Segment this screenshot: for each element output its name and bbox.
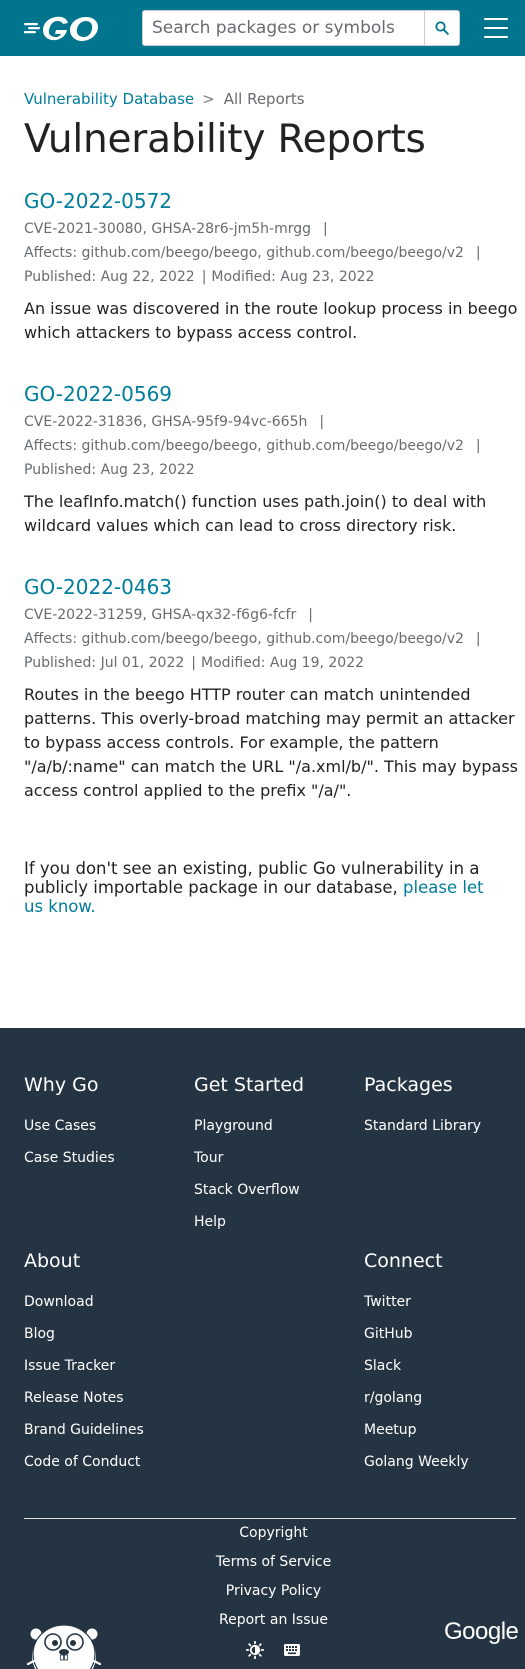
- footer-heading: Packages: [364, 1074, 453, 1096]
- google-logo[interactable]: Google: [444, 1618, 519, 1646]
- footer-link[interactable]: Code of Conduct: [24, 1446, 144, 1478]
- footer-terms-link[interactable]: Terms of Service: [0, 1554, 525, 1570]
- separator: |: [475, 631, 481, 647]
- footer-heading: Why Go: [24, 1074, 99, 1096]
- report-missing-note: If you don't see an existing, public Go …: [24, 859, 504, 916]
- separator: |: [323, 221, 328, 237]
- report-id-link[interactable]: GO-2022-0569: [24, 380, 519, 408]
- footer-divider: [24, 1518, 516, 1519]
- report-modified: Modified: Aug 23, 2022: [211, 269, 375, 285]
- report-published: Published: Jul 01, 2022: [24, 655, 185, 671]
- report-aliases: CVE-2022-31259, GHSA-qx32-f6g6-fcfr |: [24, 603, 519, 627]
- separator: |: [191, 655, 196, 671]
- go-logo[interactable]: [24, 12, 108, 44]
- search-button[interactable]: [424, 11, 459, 45]
- report-aliases-text: CVE-2022-31836, GHSA-95f9-94vc-665h: [24, 414, 308, 430]
- footer-copyright-link[interactable]: Copyright: [0, 1525, 525, 1541]
- separator: |: [319, 414, 325, 430]
- report-aliases: CVE-2022-31836, GHSA-95f9-94vc-665h |: [24, 410, 519, 434]
- footer-link[interactable]: Standard Library: [364, 1110, 481, 1142]
- report-id-link[interactable]: GO-2022-0463: [24, 573, 519, 601]
- footer-privacy-link[interactable]: Privacy Policy: [0, 1583, 525, 1599]
- search-bar: [142, 10, 460, 46]
- report-published: Published: Aug 22, 2022: [24, 269, 195, 285]
- footer-column-why-go: Why Go Use Cases Case Studies: [24, 1072, 115, 1174]
- breadcrumb-current: All Reports: [223, 90, 305, 108]
- footer-link[interactable]: Use Cases: [24, 1110, 115, 1142]
- breadcrumb-separator: >: [202, 90, 215, 108]
- report-id-link[interactable]: GO-2022-0572: [24, 187, 519, 215]
- page-title: Vulnerability Reports: [24, 117, 426, 162]
- separator: |: [475, 245, 481, 261]
- report-aliases-text: CVE-2022-31259, GHSA-qx32-f6g6-fcfr: [24, 607, 297, 623]
- footer-link[interactable]: Twitter: [364, 1286, 469, 1318]
- report-dates: Published: Aug 23, 2022: [24, 458, 519, 482]
- footer-link[interactable]: Release Notes: [24, 1382, 144, 1414]
- search-input[interactable]: [143, 11, 424, 45]
- footer-heading: Connect: [364, 1250, 443, 1272]
- report-affects-text: Affects: github.com/beego/beego, github.…: [24, 631, 464, 647]
- footer-link-list: Download Blog Issue Tracker Release Note…: [24, 1286, 144, 1478]
- report-description: An issue was discovered in the route loo…: [24, 299, 518, 342]
- keyboard-icon[interactable]: [284, 1644, 300, 1656]
- theme-toggle-icon[interactable]: [246, 1641, 264, 1659]
- report-entry: GO-2022-0572 CVE-2021-30080, GHSA-28r6-j…: [24, 187, 519, 345]
- footer-link[interactable]: Stack Overflow: [194, 1174, 304, 1206]
- footer-column-connect: Connect Twitter GitHub Slack r/golang Me…: [364, 1248, 469, 1478]
- report-aliases: CVE-2021-30080, GHSA-28r6-jm5h-mrgg |: [24, 217, 519, 241]
- menu-button[interactable]: [484, 18, 508, 38]
- report-affects-text: Affects: github.com/beego/beego, github.…: [24, 245, 464, 261]
- footer-link[interactable]: Slack: [364, 1350, 469, 1382]
- separator: |: [201, 269, 207, 285]
- footer-link[interactable]: Blog: [24, 1318, 144, 1350]
- footer-link[interactable]: Issue Tracker: [24, 1350, 144, 1382]
- footer-link-list: Use Cases Case Studies: [24, 1110, 115, 1174]
- footer-link[interactable]: Brand Guidelines: [24, 1414, 144, 1446]
- separator: |: [475, 438, 481, 454]
- breadcrumb: Vulnerability Database > All Reports: [24, 90, 305, 108]
- footer-link[interactable]: Meetup: [364, 1414, 469, 1446]
- hamburger-icon-bar: [484, 26, 508, 30]
- breadcrumb-vulnerability-database-link[interactable]: Vulnerability Database: [24, 90, 194, 108]
- footer-link[interactable]: r/golang: [364, 1382, 469, 1414]
- report-affects: Affects: github.com/beego/beego, github.…: [24, 627, 519, 651]
- separator: |: [308, 607, 313, 623]
- footer-heading: About: [24, 1250, 81, 1272]
- footer-link[interactable]: Playground: [194, 1110, 304, 1142]
- hamburger-icon-bar: [484, 35, 508, 38]
- report-description: Routes in the beego HTTP router can matc…: [24, 685, 518, 800]
- footer-link-list: Playground Tour Stack Overflow Help: [194, 1110, 304, 1238]
- report-entry: GO-2022-0569 CVE-2022-31836, GHSA-95f9-9…: [24, 380, 519, 538]
- report-modified: Modified: Aug 19, 2022: [200, 655, 365, 671]
- footer-link-list: Standard Library: [364, 1110, 481, 1142]
- footer-link[interactable]: GitHub: [364, 1318, 469, 1350]
- footer-link[interactable]: Download: [24, 1286, 144, 1318]
- report-entry: GO-2022-0463 CVE-2022-31259, GHSA-qx32-f…: [24, 573, 519, 803]
- footer-link[interactable]: Case Studies: [24, 1142, 115, 1174]
- footer-heading: Get Started: [194, 1074, 305, 1096]
- hamburger-icon-bar: [484, 18, 508, 21]
- footer-link-list: Twitter GitHub Slack r/golang Meetup Gol…: [364, 1286, 469, 1478]
- report-description: The leafInfo.match() function uses path.…: [24, 492, 487, 535]
- report-aliases-text: CVE-2021-30080, GHSA-28r6-jm5h-mrgg: [24, 221, 312, 237]
- site-footer: Why Go Use Cases Case Studies Get Starte…: [0, 1028, 525, 1669]
- footer-link[interactable]: Tour: [194, 1142, 304, 1174]
- report-published: Published: Aug 23, 2022: [24, 462, 195, 478]
- footer-link[interactable]: Golang Weekly: [364, 1446, 469, 1478]
- search-icon: [435, 21, 449, 35]
- footer-column-get-started: Get Started Playground Tour Stack Overfl…: [194, 1072, 304, 1238]
- site-header: [0, 0, 525, 56]
- report-affects: Affects: github.com/beego/beego, github.…: [24, 241, 519, 265]
- footer-column-packages: Packages Standard Library: [364, 1072, 481, 1142]
- report-dates: Published: Jul 01, 2022 | Modified: Aug 19…: [24, 651, 519, 675]
- report-dates: Published: Aug 22, 2022 | Modified: Aug 23…: [24, 265, 519, 289]
- footer-link[interactable]: Help: [194, 1206, 304, 1238]
- report-affects: Affects: github.com/beego/beego, github.…: [24, 434, 519, 458]
- footer-column-about: About Download Blog Issue Tracker Releas…: [24, 1248, 144, 1478]
- gopher-mascot-icon: [26, 1624, 102, 1669]
- report-affects-text: Affects: github.com/beego/beego, github.…: [24, 438, 464, 454]
